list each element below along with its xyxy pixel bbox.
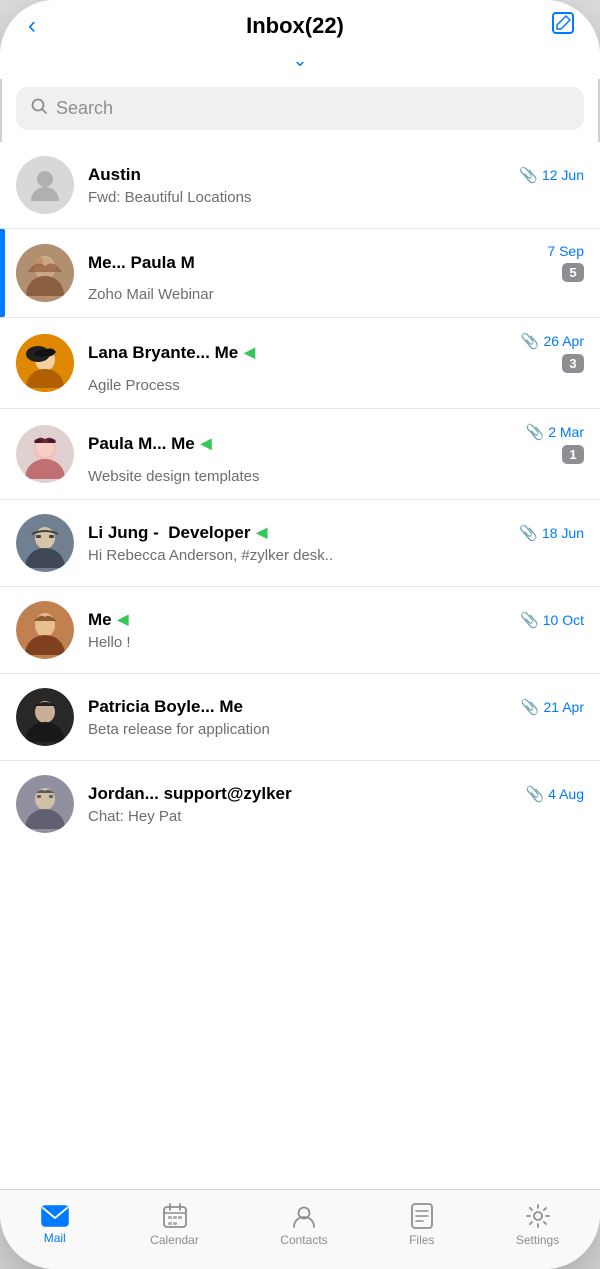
flag-icon: ◀	[118, 611, 129, 628]
email-preview: Zoho Mail Webinar	[88, 286, 584, 303]
email-item[interactable]: Me ◀ 📎 10 Oct Hello !	[0, 587, 600, 674]
email-preview: Hello !	[88, 634, 584, 651]
email-date: 10 Oct	[543, 612, 584, 628]
email-date: 7 Sep	[547, 243, 584, 259]
avatar	[16, 688, 74, 746]
email-content: Paula M... Me ◀ 📎 2 Mar 1 Website design…	[88, 423, 584, 485]
avatar	[16, 775, 74, 833]
email-date: 18 Jun	[542, 525, 584, 541]
email-date: 4 Aug	[548, 786, 584, 802]
email-date: 26 Apr	[544, 333, 584, 349]
phone-frame: 9:41 ‹ Inbox	[0, 0, 600, 1269]
email-item[interactable]: Lana Bryante... Me ◀ 📎 26 Apr 3 Agile Pr…	[0, 318, 600, 409]
email-sender: Li Jung - Developer ◀	[88, 523, 267, 543]
flag-icon: ◀	[256, 524, 267, 541]
email-item[interactable]: Li Jung - Developer ◀ 📎 18 Jun Hi Rebecc…	[0, 500, 600, 587]
attachment-icon: 📎	[520, 611, 539, 629]
email-preview: Hi Rebecca Anderson, #zylker desk..	[88, 547, 584, 564]
nav-files[interactable]: Files	[409, 1203, 434, 1247]
flag-icon: ◀	[244, 344, 255, 361]
email-sender: Paula M... Me ◀	[88, 434, 212, 454]
avatar	[16, 601, 74, 659]
email-date: 2 Mar	[548, 424, 584, 440]
back-button[interactable]: ‹	[24, 8, 40, 44]
email-content: Me ◀ 📎 10 Oct Hello !	[88, 610, 584, 651]
nav-files-label: Files	[409, 1233, 434, 1247]
count-badge: 1	[562, 445, 584, 464]
email-content: Jordan... support@zylker 📎 4 Aug Chat: H…	[88, 784, 584, 825]
search-icon	[30, 97, 48, 120]
email-sender: Me ◀	[88, 610, 128, 630]
header: ‹ Inbox(22)	[0, 0, 600, 48]
email-item[interactable]: Patricia Boyle... Me 📎 21 Apr Beta relea…	[0, 674, 600, 761]
avatar	[16, 514, 74, 572]
email-sender: Lana Bryante... Me ◀	[88, 343, 255, 363]
email-preview: Agile Process	[88, 377, 584, 394]
nav-calendar[interactable]: Calendar	[150, 1203, 199, 1247]
nav-settings-label: Settings	[516, 1233, 559, 1247]
nav-contacts[interactable]: Contacts	[280, 1203, 327, 1247]
email-sender: Jordan... support@zylker	[88, 784, 292, 804]
attachment-icon: 📎	[525, 785, 544, 803]
email-content: Lana Bryante... Me ◀ 📎 26 Apr 3 Agile Pr…	[88, 332, 584, 394]
email-sender: Patricia Boyle... Me	[88, 697, 243, 717]
email-item[interactable]: Paula M... Me ◀ 📎 2 Mar 1 Website design…	[0, 409, 600, 500]
nav-calendar-label: Calendar	[150, 1233, 199, 1247]
attachment-icon: 📎	[521, 332, 540, 350]
email-item[interactable]: Austin 📎 12 Jun Fwd: Beautiful Locations	[0, 142, 600, 229]
email-list: Austin 📎 12 Jun Fwd: Beautiful Locations	[0, 142, 600, 1189]
attachment-icon: 📎	[519, 166, 538, 184]
email-sender: Austin	[88, 165, 141, 185]
email-item[interactable]: Jordan... support@zylker 📎 4 Aug Chat: H…	[0, 761, 600, 847]
nav-mail-label: Mail	[44, 1231, 66, 1245]
nav-settings[interactable]: Settings	[516, 1203, 559, 1247]
email-date: 12 Jun	[542, 167, 584, 183]
email-content: Li Jung - Developer ◀ 📎 18 Jun Hi Rebecc…	[88, 523, 584, 564]
content-area: ‹ Inbox(22) ⌄ Search	[0, 0, 600, 1189]
flag-icon: ◀	[201, 435, 212, 452]
count-badge: 3	[562, 354, 584, 373]
page-title: Inbox(22)	[246, 13, 344, 39]
attachment-icon: 📎	[519, 524, 538, 542]
email-content: Austin 📎 12 Jun Fwd: Beautiful Locations	[88, 165, 584, 206]
avatar	[16, 334, 74, 392]
email-sender: Me... Paula M	[88, 253, 195, 273]
search-bar[interactable]: Search	[16, 87, 584, 130]
avatar	[16, 244, 74, 302]
inbox-dropdown[interactable]: ⌄	[0, 48, 600, 79]
email-content: Me... Paula M 7 Sep 5 Zoho Mail Webinar	[88, 243, 584, 303]
email-preview: Website design templates	[88, 468, 584, 485]
compose-button[interactable]	[550, 10, 576, 42]
email-preview: Fwd: Beautiful Locations	[88, 189, 584, 206]
email-item[interactable]: Me... Paula M 7 Sep 5 Zoho Mail Webinar	[0, 229, 600, 318]
email-preview: Chat: Hey Pat	[88, 808, 584, 825]
nav-contacts-label: Contacts	[280, 1233, 327, 1247]
attachment-icon: 📎	[521, 698, 540, 716]
email-preview: Beta release for application	[88, 721, 584, 738]
email-content: Patricia Boyle... Me 📎 21 Apr Beta relea…	[88, 697, 584, 738]
nav-mail[interactable]: Mail	[41, 1205, 69, 1245]
email-date: 21 Apr	[544, 699, 584, 715]
attachment-icon: 📎	[526, 423, 545, 441]
search-input[interactable]: Search	[56, 98, 113, 119]
avatar	[16, 156, 74, 214]
bottom-nav: Mail Calendar Contacts	[0, 1189, 600, 1269]
count-badge: 5	[562, 263, 584, 282]
avatar	[16, 425, 74, 483]
chevron-down-icon: ⌄	[292, 50, 307, 71]
